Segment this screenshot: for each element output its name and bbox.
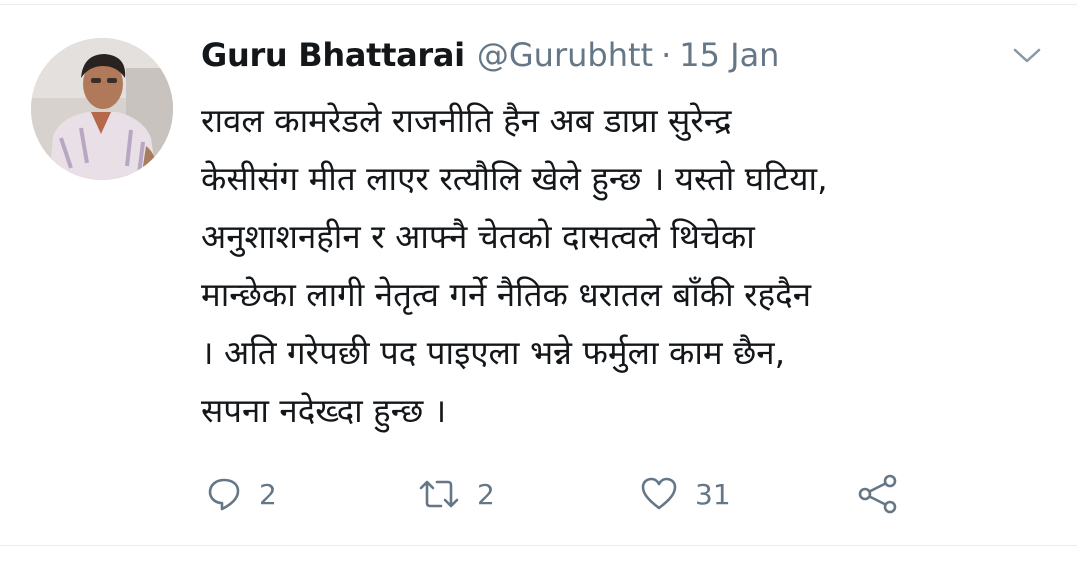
retweet-icon (419, 480, 459, 508)
author-handle[interactable]: @Gurubhtt (477, 36, 653, 74)
chevron-down-icon (1013, 48, 1041, 63)
tweet-text-line: केसीसंग मीत लाएर रत्यौलि खेले हुन्छ । यस… (201, 159, 828, 198)
reply-count: 2 (259, 477, 277, 511)
tweet-text-line: । अति गरेपछी पद पाइएला भन्ने फर्मुला काम… (201, 333, 786, 372)
tweet-text-line: अनुशाशनहीन र आफ्नै चेतको दासत्वले थिचेका (201, 217, 755, 256)
top-divider (0, 4, 1077, 5)
author-name[interactable]: Guru Bhattarai (201, 36, 465, 74)
tweet-text-line: सपना नदेख्दा हुन्छ । (201, 391, 447, 430)
retweet-button[interactable]: 2 (417, 472, 495, 516)
heart-icon (641, 477, 677, 510)
avatar-photo (31, 38, 173, 180)
tweet-actions: 2 2 31 (205, 472, 925, 516)
share-icon (858, 474, 897, 514)
like-count: 31 (695, 477, 731, 511)
tweet-date[interactable]: 15 Jan (679, 36, 779, 74)
separator-dot: · (661, 36, 672, 74)
more-options-button[interactable] (1010, 44, 1044, 68)
retweet-count: 2 (477, 477, 495, 511)
reply-icon (208, 478, 240, 511)
tweet-text: रावल कामरेडले राजनीति हैन अब डाप्रा सुरे… (201, 92, 1051, 440)
avatar[interactable] (31, 38, 173, 180)
share-button[interactable] (857, 472, 899, 516)
like-button[interactable]: 31 (639, 472, 731, 516)
tweet-header: Guru Bhattarai @Gurubhtt · 15 Jan (201, 36, 779, 80)
tweet-text-line: मान्छेका लागी नेतृत्व गर्ने नैतिक धरातल … (201, 275, 812, 314)
tweet-text-line: रावल कामरेडले राजनीति हैन अब डाप्रा सुरे… (201, 101, 732, 140)
reply-button[interactable]: 2 (205, 472, 277, 516)
bottom-divider (0, 545, 1077, 546)
